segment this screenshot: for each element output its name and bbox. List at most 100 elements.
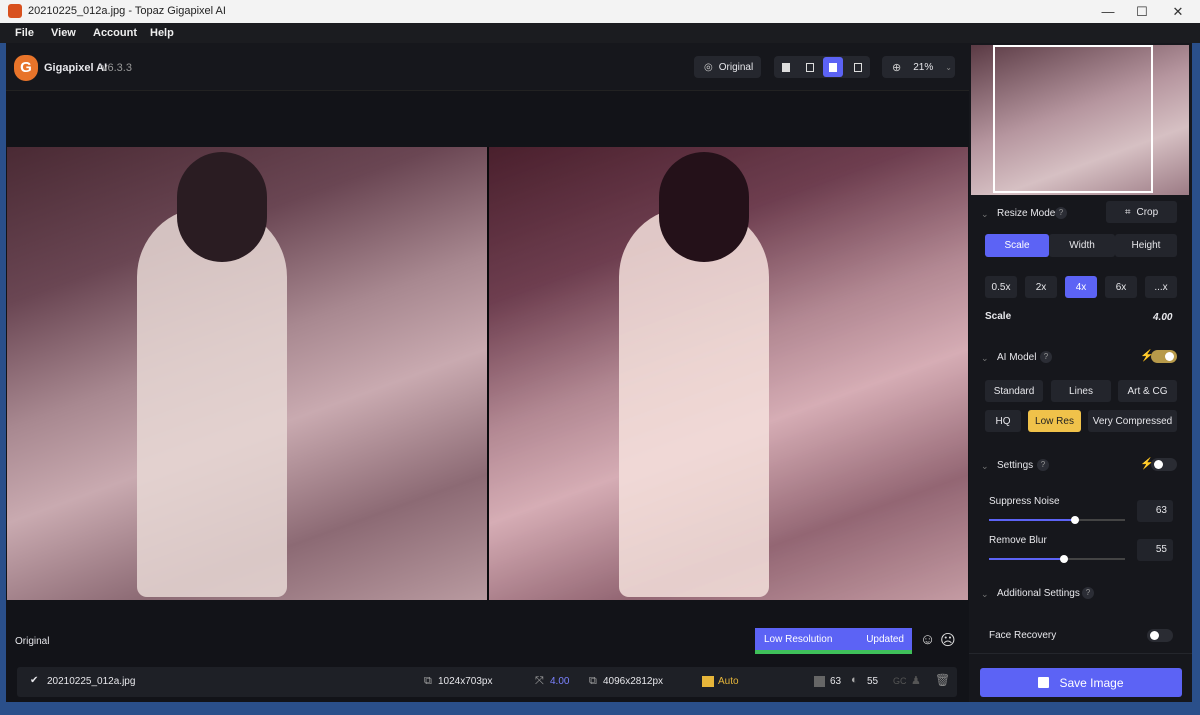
title-bar: 20210225_012a.jpg - Topaz Gigapixel AI —… xyxy=(0,0,1200,23)
crop-label: Crop xyxy=(1136,206,1159,218)
input-size-icon: ⧉ xyxy=(424,675,432,687)
scale-4x[interactable]: 4x xyxy=(1065,276,1097,298)
chevron-down-icon[interactable]: ⌄ xyxy=(981,589,989,600)
menu-account[interactable]: Account xyxy=(93,27,137,39)
divider xyxy=(969,653,1192,654)
maximize-button[interactable]: ☐ xyxy=(1122,0,1162,23)
view-split-icon[interactable] xyxy=(800,57,820,77)
gc-label: GC xyxy=(893,676,907,686)
model-very-compressed[interactable]: Very Compressed xyxy=(1088,410,1177,432)
input-size: 1024x703px xyxy=(438,676,493,687)
save-icon xyxy=(1038,677,1050,688)
scale-2x[interactable]: 2x xyxy=(1025,276,1057,298)
view-grid-icon[interactable] xyxy=(848,57,868,77)
mode-height[interactable]: Height xyxy=(1115,234,1177,257)
model-hq[interactable]: HQ xyxy=(985,410,1021,432)
top-toolbar: G Gigapixel AI v6.3.3 ◎ Original ⊕ 21% ⌄ xyxy=(6,43,969,91)
face-recovery-toggle[interactable] xyxy=(1147,629,1173,642)
blur-value: 55 xyxy=(867,676,879,687)
file-scale: 4.00 xyxy=(550,676,570,687)
view-side-by-side-icon[interactable] xyxy=(823,57,843,77)
original-toggle-button[interactable]: ◎ Original xyxy=(694,56,761,78)
face-recovery-label: Face Recovery xyxy=(989,630,1057,641)
save-image-label: Save Image xyxy=(1059,675,1124,690)
save-image-button[interactable]: Save Image xyxy=(980,668,1182,697)
close-button[interactable]: ✕ xyxy=(1158,0,1198,23)
additional-settings-heading: Additional Settings xyxy=(997,588,1080,599)
photo-subject xyxy=(137,207,287,597)
view-single-icon[interactable] xyxy=(776,57,796,77)
blur-icon: ◐ xyxy=(851,674,858,686)
upscaled-image[interactable] xyxy=(489,147,968,600)
navigator-viewport[interactable] xyxy=(993,45,1153,193)
app-window: G Gigapixel AI v6.3.3 ◎ Original ⊕ 21% ⌄… xyxy=(6,43,1192,702)
photo-subject xyxy=(619,207,769,597)
status-model: Low Resolution xyxy=(764,634,833,645)
help-icon[interactable]: ? xyxy=(1040,351,1052,363)
remove-blur-label: Remove Blur xyxy=(989,535,1047,546)
model-standard[interactable]: Standard xyxy=(985,380,1043,402)
face-icon: ♟ xyxy=(911,675,921,687)
noise-value: 63 xyxy=(830,676,842,687)
crop-icon: ⌗ xyxy=(1124,206,1131,218)
scale-label: Scale xyxy=(985,311,1012,322)
mode-scale[interactable]: Scale xyxy=(985,234,1049,257)
status-banner: Low Resolution Updated xyxy=(755,628,912,654)
app-icon xyxy=(8,4,22,18)
window-title: 20210225_012a.jpg - Topaz Gigapixel AI xyxy=(28,5,226,17)
zoom-icon: ⊕ xyxy=(892,61,902,74)
scale-0-5x[interactable]: 0.5x xyxy=(985,276,1017,298)
scale-custom[interactable]: ...x xyxy=(1145,276,1177,298)
auto-model-icon xyxy=(702,676,714,687)
help-icon[interactable]: ? xyxy=(1082,587,1094,599)
gigapixel-logo-icon: G xyxy=(14,55,38,81)
trash-icon[interactable]: 🗑 xyxy=(935,673,950,687)
file-row[interactable]: ✔ 20210225_012a.jpg ⧉ 1024x703px ⤧ 4.00 … xyxy=(17,667,957,697)
status-updated: Updated xyxy=(866,634,904,645)
crop-button[interactable]: ⌗ Crop xyxy=(1106,201,1177,223)
chevron-down-icon: ⌄ xyxy=(945,62,952,72)
chevron-down-icon[interactable]: ⌄ xyxy=(981,353,989,364)
scale-6x[interactable]: 6x xyxy=(1105,276,1137,298)
menu-file[interactable]: File xyxy=(15,27,34,39)
model-art-cg[interactable]: Art & CG xyxy=(1118,380,1177,402)
suppress-noise-slider[interactable] xyxy=(989,516,1125,524)
photo-subject-head xyxy=(177,152,267,262)
original-label: Original xyxy=(718,61,754,73)
menu-help[interactable]: Help xyxy=(150,27,174,39)
menu-view[interactable]: View xyxy=(51,27,76,39)
navigator-thumbnail[interactable] xyxy=(971,45,1189,195)
output-size-icon: ⧉ xyxy=(589,675,597,687)
settings-auto-toggle[interactable] xyxy=(1151,458,1177,471)
menu-bar: File View Account Help xyxy=(0,23,1200,43)
ai-model-heading: AI Model xyxy=(997,352,1037,363)
model-lines[interactable]: Lines xyxy=(1051,380,1111,402)
suppress-noise-input[interactable]: 63 xyxy=(1137,500,1173,522)
preview-label: Original xyxy=(15,636,50,647)
help-icon[interactable]: ? xyxy=(1055,207,1067,219)
ai-model-auto-toggle[interactable] xyxy=(1151,350,1177,363)
feedback-neutral-icon[interactable]: ☹ xyxy=(940,631,956,649)
mode-width[interactable]: Width xyxy=(1049,234,1115,257)
suppress-noise-label: Suppress Noise xyxy=(989,496,1060,507)
zoom-dropdown[interactable]: ⊕ 21% ⌄ xyxy=(882,56,955,78)
original-image[interactable] xyxy=(7,147,487,600)
settings-panel: ⌄ Resize Mode ? ⌗ Crop Scale Width Height… xyxy=(969,43,1192,702)
remove-blur-input[interactable]: 55 xyxy=(1137,539,1173,561)
settings-heading: Settings xyxy=(997,460,1034,471)
chevron-down-icon[interactable]: ⌄ xyxy=(981,209,989,220)
app-version: v6.3.3 xyxy=(102,62,132,74)
noise-icon xyxy=(814,676,825,687)
photo-subject-head xyxy=(659,152,749,262)
resize-mode-heading: Resize Mode xyxy=(997,208,1056,219)
remove-blur-slider[interactable] xyxy=(989,555,1125,563)
output-size: 4096x2812px xyxy=(603,676,664,687)
eye-off-icon: ◎ xyxy=(704,61,713,73)
scale-value: 4.00 xyxy=(1153,312,1173,323)
model-low-res[interactable]: Low Res xyxy=(1028,410,1081,432)
zoom-value: 21% xyxy=(913,61,934,73)
check-icon: ✔ xyxy=(30,675,39,686)
chevron-down-icon[interactable]: ⌄ xyxy=(981,461,989,472)
feedback-happy-icon[interactable]: ☺ xyxy=(920,631,935,648)
help-icon[interactable]: ? xyxy=(1037,459,1049,471)
